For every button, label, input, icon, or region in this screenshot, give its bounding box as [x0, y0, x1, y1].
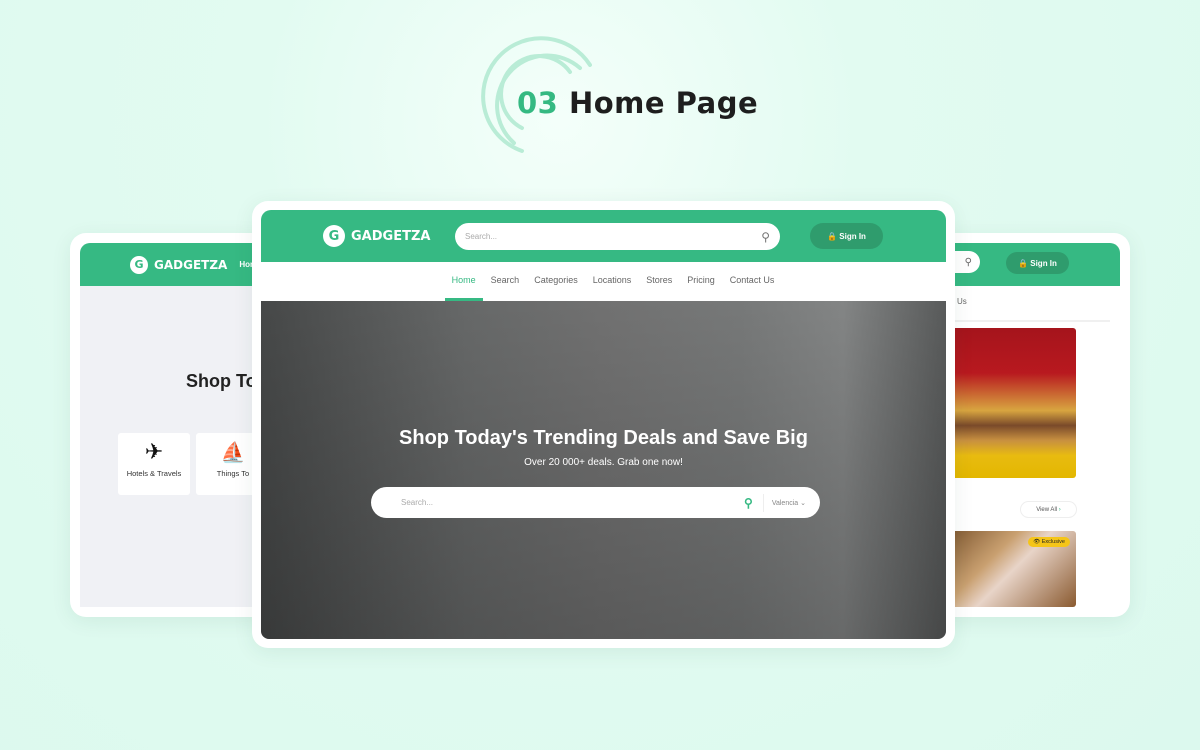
left-header: G GADGETZA Home: [80, 243, 270, 286]
heading-number: 03: [517, 86, 559, 120]
logo-icon: G: [323, 225, 345, 247]
location-select[interactable]: Valencia ⌄: [772, 499, 806, 507]
lock-icon: 🔒: [827, 231, 838, 241]
nav-search[interactable]: Search: [491, 262, 520, 301]
view-all-button[interactable]: View All ›: [1020, 501, 1077, 518]
exclusive-badge: 👁 Exclusive: [1028, 537, 1070, 547]
category-card[interactable]: ✈ Hotels & Travels: [118, 433, 190, 495]
search-icon[interactable]: ⚲: [744, 496, 753, 510]
hero-search-input[interactable]: Search...: [401, 498, 433, 507]
airplane-icon: ✈: [144, 439, 164, 464]
main-nav: Home Search Categories Locations Stores …: [261, 262, 946, 301]
search-icon: ⚲: [964, 256, 972, 268]
brand-logo[interactable]: G GADGETZA: [130, 255, 228, 274]
nav-contact-us[interactable]: Contact Us: [730, 262, 775, 301]
right-preview-frame: ⚲ 🔒 Sign In Us View All › 👁 Exclusive: [930, 233, 1130, 617]
left-preview-frame: G GADGETZA Home Shop To ✈ Hotels & Travel…: [70, 233, 270, 617]
nav-locations[interactable]: Locations: [593, 262, 632, 301]
left-title: Shop To: [186, 371, 257, 391]
sign-in-button[interactable]: 🔒 Sign In: [1006, 252, 1069, 274]
main-preview-frame: G GADGETZA Search... ⚲ 🔒 Sign In Home Sea…: [252, 201, 955, 648]
main-header: G GADGETZA Search... ⚲ 🔒 Sign In: [261, 210, 946, 262]
search-icon[interactable]: ⚲: [761, 230, 770, 244]
logo-icon: G: [130, 255, 148, 274]
hero-search-bar[interactable]: Search... ⚲ Valencia ⌄: [371, 487, 820, 518]
brand-logo[interactable]: G GADGETZA: [323, 225, 430, 247]
hero-section: Shop Today's Trending Deals and Save Big…: [261, 301, 946, 639]
chevron-right-icon: ›: [1058, 506, 1061, 513]
divider: [930, 320, 1110, 322]
hero-subtitle: Over 20 000+ deals. Grab one now!: [524, 457, 683, 468]
search-placeholder: Search...: [465, 232, 498, 241]
sign-in-button[interactable]: 🔒 Sign In: [810, 223, 883, 249]
chevron-down-icon: ⌄: [800, 499, 806, 507]
brand-name: GADGETZA: [154, 257, 228, 272]
nav-pricing[interactable]: Pricing: [687, 262, 715, 301]
nav-categories[interactable]: Categories: [534, 262, 578, 301]
hero-title: Shop Today's Trending Deals and Save Big: [399, 427, 808, 449]
nav-stores[interactable]: Stores: [646, 262, 672, 301]
page-heading: 03 Home Page: [517, 86, 758, 120]
right-header: ⚲ 🔒 Sign In: [930, 243, 1120, 286]
heading-text: Home Page: [568, 86, 759, 120]
brand-name: GADGETZA: [351, 228, 431, 244]
nav-home[interactable]: Home: [444, 262, 483, 301]
category-label: Hotels & Travels: [126, 469, 182, 478]
header-search-input[interactable]: Search... ⚲: [455, 223, 780, 250]
nav-contact-partial[interactable]: Us: [957, 297, 967, 306]
